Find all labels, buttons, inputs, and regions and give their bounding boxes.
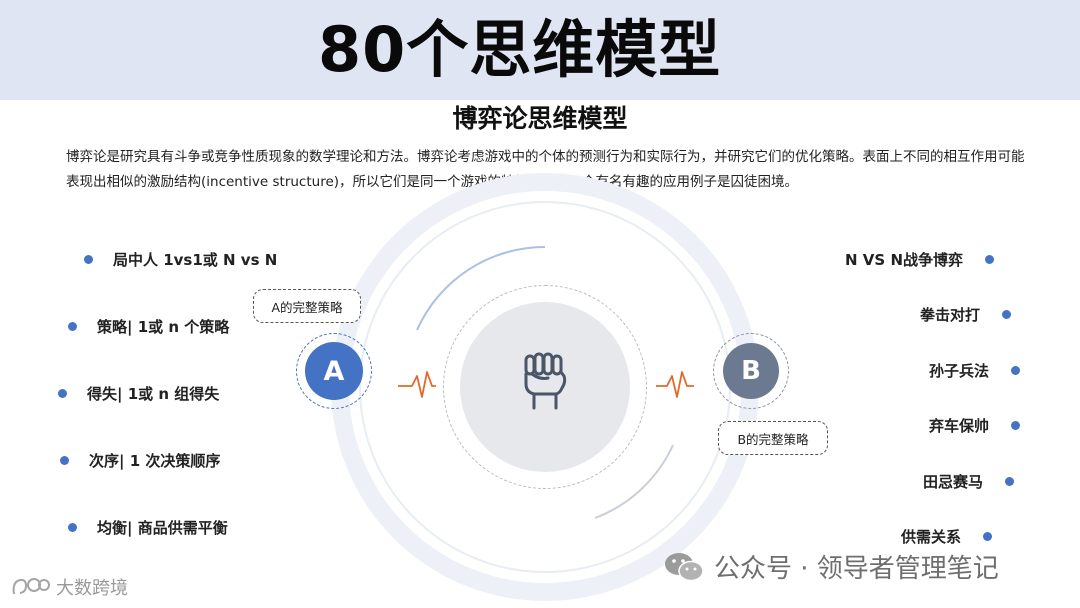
pulse-right-icon [656,371,694,398]
source-logo-icon [12,578,50,595]
wechat-watermark: 公众号 · 领导者管理笔记 [664,548,999,585]
fist-icon [524,352,567,410]
watermark-text: 公众号 · 领导者管理笔记 [714,554,999,584]
source-watermark: 大数跨境 [10,574,128,600]
strategy-a-label: A的完整策略 [253,289,361,323]
player-a-node: A [305,342,363,400]
source-watermark-text: 大数跨境 [56,578,128,599]
pulse-left-icon [398,371,436,398]
player-b-node: B [723,343,779,399]
wechat-icon [665,552,704,581]
game-theory-diagram: A B A的完整策略 B的完整策略 [0,0,1080,608]
strategy-b-label: B的完整策略 [718,421,828,455]
